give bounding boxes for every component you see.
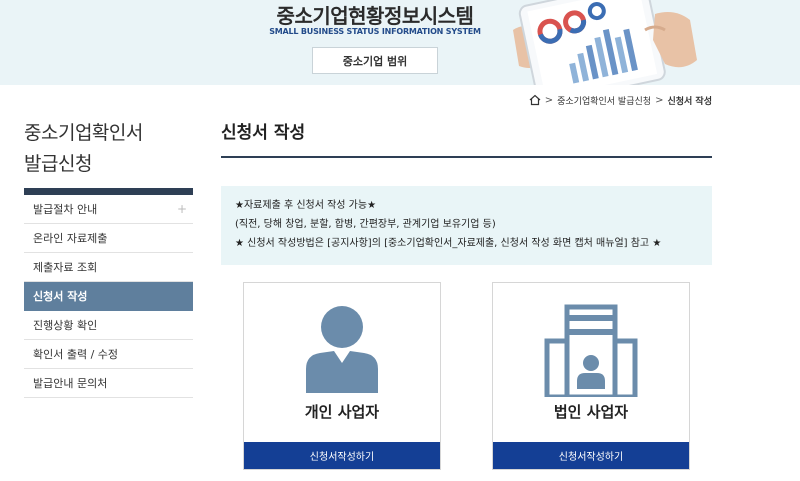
- home-icon[interactable]: [529, 94, 541, 106]
- card-label: 법인 사업자: [553, 403, 629, 421]
- corporate-apply-button[interactable]: 신청서작성하기: [493, 442, 689, 469]
- page-title: 신청서 작성: [221, 118, 712, 158]
- notice-line: (직전, 당해 창업, 분할, 합병, 간편장부, 관계기업 보유기업 등): [235, 219, 496, 230]
- notice-box: ★자료제출 후 신청서 작성 가능★ (직전, 당해 창업, 분할, 합병, 간…: [221, 186, 712, 265]
- sidebar-item-label: 발급안내 문의처: [33, 377, 108, 390]
- card-label: 개인 사업자: [304, 403, 380, 421]
- building-icon: [544, 304, 638, 397]
- sidebar-item-application-form[interactable]: 신청서 작성: [24, 282, 193, 311]
- sidebar-item-online-submission[interactable]: 온라인 자료제출: [24, 224, 193, 253]
- personal-apply-button[interactable]: 신청서작성하기: [244, 442, 440, 469]
- notice-line: ★자료제출 후 신청서 작성 가능★: [235, 200, 377, 211]
- sme-scope-button[interactable]: 중소기업 범위: [312, 47, 438, 74]
- sidebar-item-progress-check[interactable]: 진행상황 확인: [24, 311, 193, 340]
- top-banner: 중소기업현황정보시스템 SMALL BUSINESS STATUS INFORM…: [0, 0, 800, 85]
- sidebar-item-label: 진행상황 확인: [33, 319, 98, 332]
- person-icon: [306, 306, 378, 393]
- sidebar: 중소기업확인서 발급신청 발급절차 안내 + 온라인 자료제출 제출자료 조회 …: [24, 118, 193, 398]
- corporate-business-card[interactable]: 법인 사업자 신청서작성하기: [492, 282, 690, 470]
- personal-business-card[interactable]: 개인 사업자 신청서작성하기: [243, 282, 441, 470]
- main-content: 신청서 작성 ★자료제출 후 신청서 작성 가능★ (직전, 당해 창업, 분할…: [221, 118, 712, 470]
- plus-icon[interactable]: +: [177, 202, 187, 216]
- breadcrumb-item-current: 신청서 작성: [667, 96, 712, 107]
- sidebar-title: 중소기업확인서 발급신청: [24, 118, 193, 180]
- sidebar-item-submission-lookup[interactable]: 제출자료 조회: [24, 253, 193, 282]
- applicant-type-cards: 개인 사업자 신청서작성하기 법인 사업자 신청서작성하기: [243, 282, 691, 470]
- sidebar-title-line1: 중소기업확인서: [24, 122, 143, 144]
- sidebar-item-label: 온라인 자료제출: [33, 232, 108, 245]
- sidebar-item-contact[interactable]: 발급안내 문의처: [24, 369, 193, 398]
- breadcrumb-separator: >: [544, 94, 554, 106]
- notice-line: ★ 신청서 작성방법은 [공지사항]의 [중소기업확인서_자료제출, 신청서 작…: [235, 238, 662, 249]
- sidebar-item-label: 신청서 작성: [33, 290, 88, 303]
- sidebar-title-line2: 발급신청: [24, 153, 92, 175]
- sidebar-item-label: 확인서 출력 / 수정: [33, 348, 119, 361]
- sidebar-item-label: 제출자료 조회: [33, 261, 98, 274]
- breadcrumb-item-application[interactable]: 중소기업확인서 발급신청: [557, 94, 651, 107]
- tablet-illustration: [513, 0, 697, 85]
- sidebar-item-procedure[interactable]: 발급절차 안내 +: [24, 195, 193, 224]
- sidebar-item-label: 발급절차 안내: [33, 203, 98, 216]
- breadcrumb-separator: >: [655, 94, 664, 106]
- breadcrumb: > 중소기업확인서 발급신청 > 신청서 작성: [529, 92, 712, 108]
- sidebar-item-certificate-print[interactable]: 확인서 출력 / 수정: [24, 340, 193, 369]
- sidebar-menu: 발급절차 안내 + 온라인 자료제출 제출자료 조회 신청서 작성 진행상황 확…: [24, 195, 193, 398]
- sidebar-divider: [24, 188, 193, 195]
